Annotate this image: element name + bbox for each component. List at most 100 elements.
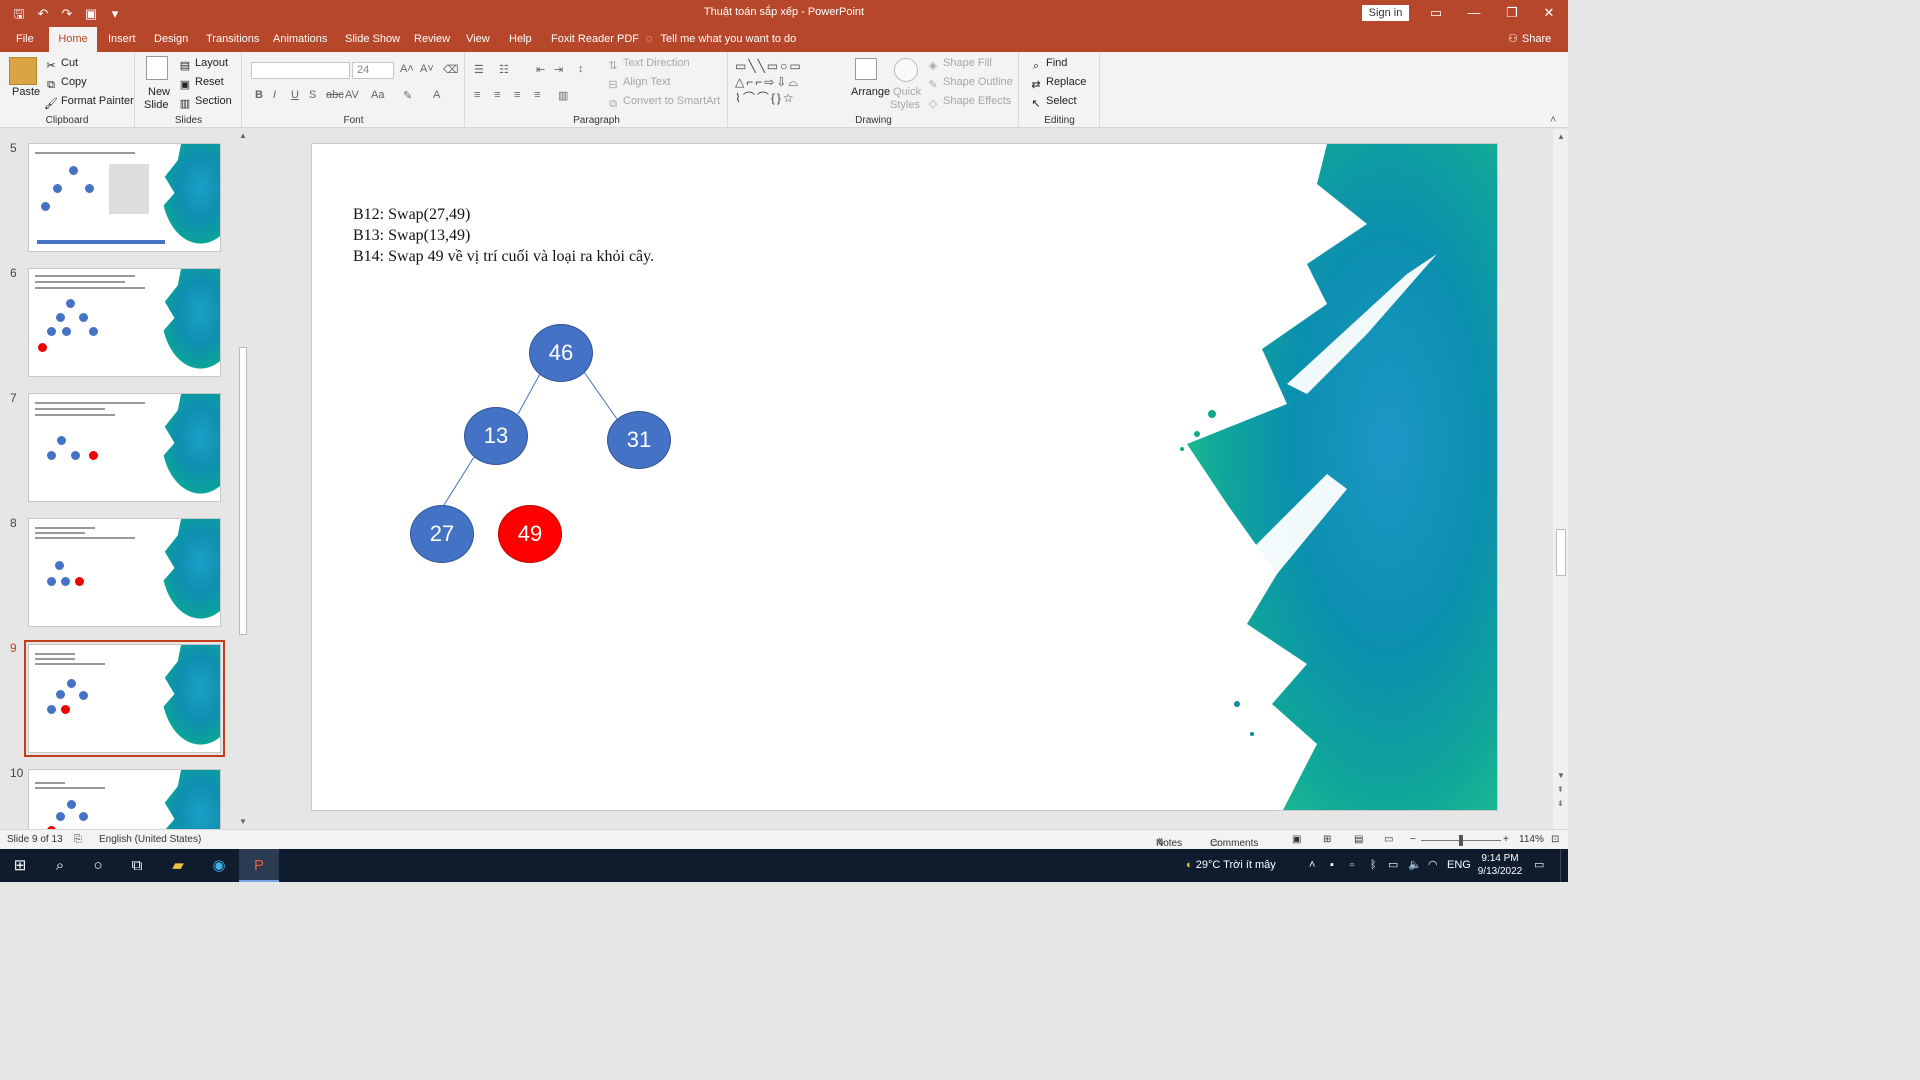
tab-design[interactable]: Design [148, 27, 194, 52]
tray-app-icon[interactable]: ▫ [1350, 849, 1354, 882]
show-hidden-icons-icon[interactable]: ˄ [1309, 849, 1315, 882]
format-painter-button[interactable]: 🖌 Format Painter [44, 95, 134, 111]
windows-start-icon[interactable]: ⊞ [0, 849, 40, 882]
layout-button[interactable]: ▤ Layout [178, 57, 228, 73]
ribbon-display-options-icon[interactable]: ▭ [1417, 0, 1455, 27]
find-button[interactable]: ⌕ Find [1029, 57, 1068, 73]
highlight-icon[interactable]: ✎ [403, 89, 412, 102]
slide-thumbnail-5[interactable] [28, 143, 221, 252]
font-size-combo[interactable]: 24 [352, 62, 394, 79]
decrease-font-size-icon[interactable]: A˅ [420, 63, 434, 75]
select-button[interactable]: ↖ Select [1029, 95, 1076, 111]
zoom-level[interactable]: 114% [1519, 834, 1544, 845]
normal-view-icon[interactable]: ▣ [1292, 834, 1301, 845]
clear-formatting-icon[interactable]: ⌫ [443, 63, 459, 76]
font-color-icon[interactable]: A [433, 89, 440, 101]
new-slide-label-1[interactable]: New [148, 86, 170, 98]
tab-file[interactable]: File [10, 27, 40, 52]
scroll-up-icon[interactable]: ▲ [1557, 132, 1565, 141]
battery-icon[interactable]: ▭ [1388, 849, 1398, 882]
tab-insert[interactable]: Insert [102, 27, 142, 52]
tab-review[interactable]: Review [408, 27, 456, 52]
shape-outline-button[interactable]: ✎ Shape Outline [926, 76, 1012, 92]
sign-in-button[interactable]: Sign in [1362, 5, 1409, 21]
slide-thumbnail-7[interactable] [28, 393, 221, 502]
collapse-ribbon-icon[interactable]: ˄ [1550, 114, 1556, 126]
decrease-indent-icon[interactable]: ⇤ [536, 63, 545, 76]
tab-animations[interactable]: Animations [267, 27, 333, 52]
tab-foxit-reader-pdf[interactable]: Foxit Reader PDF [545, 27, 645, 52]
wifi-icon[interactable]: ◠ [1428, 849, 1438, 882]
tab-view[interactable]: View [460, 27, 496, 52]
scroll-down-icon[interactable]: ▼ [239, 817, 247, 826]
slide-thumbnail-9[interactable] [24, 640, 225, 757]
columns-icon[interactable]: ▥ [558, 89, 568, 102]
character-spacing-icon[interactable]: AV [345, 89, 359, 101]
slideshow-view-icon[interactable]: ▭ [1384, 834, 1393, 845]
system-clock[interactable]: 9:14 PM 9/13/2022 [1470, 852, 1530, 878]
tab-help[interactable]: Help [503, 27, 538, 52]
copy-button[interactable]: ⧉ Copy [44, 76, 87, 92]
arrange-icon[interactable] [855, 58, 877, 80]
line-spacing-icon[interactable]: ↕ [578, 63, 584, 75]
bluetooth-icon[interactable]: ᛒ [1370, 849, 1377, 882]
previous-slide-icon[interactable]: ⇞ [1557, 785, 1564, 794]
align-center-icon[interactable]: ≡ [494, 89, 500, 101]
reading-view-icon[interactable]: ▤ [1354, 834, 1363, 845]
increase-font-size-icon[interactable]: A˄ [400, 63, 414, 75]
tree-node-46[interactable]: 46 [529, 324, 593, 382]
slide-scrollbar-thumb[interactable] [1556, 529, 1566, 576]
tree-node-49-highlighted[interactable]: 49 [498, 505, 562, 563]
thumbnail-scrollbar-thumb[interactable] [239, 347, 247, 635]
slide-sorter-icon[interactable]: ⊞ [1323, 834, 1331, 845]
zoom-slider-knob[interactable] [1459, 835, 1463, 846]
italic-icon[interactable]: I [273, 89, 276, 101]
slide-thumbnail-10[interactable] [28, 769, 221, 829]
fit-to-window-icon[interactable]: ⊡ [1551, 834, 1559, 845]
convert-smartart-button[interactable]: ⧉ Convert to SmartArt [606, 95, 720, 111]
slide-scrollbar[interactable]: ▲ ▼ ⇞ ⇟ [1553, 129, 1568, 829]
slide-thumbnail-6[interactable] [28, 268, 221, 377]
quick-styles-label-1[interactable]: Quick [893, 86, 921, 98]
paste-icon[interactable] [9, 57, 37, 85]
thumbnail-scrollbar[interactable]: ▲ ▼ [237, 129, 248, 829]
search-icon[interactable]: ⌕ [40, 849, 80, 882]
bold-icon[interactable]: B [255, 89, 263, 101]
tree-node-13[interactable]: 13 [464, 407, 528, 465]
quick-styles-label-2[interactable]: Styles [890, 99, 920, 111]
cortana-icon[interactable]: ○ [78, 849, 118, 882]
justify-icon[interactable]: ≡ [534, 89, 540, 101]
scroll-up-icon[interactable]: ▲ [239, 131, 247, 140]
font-name-combo[interactable] [251, 62, 350, 79]
align-text-button[interactable]: ⊟ Align Text [606, 76, 670, 92]
align-left-icon[interactable]: ≡ [474, 89, 480, 101]
file-explorer-icon[interactable]: ▰ [158, 849, 198, 882]
tab-slide-show[interactable]: Slide Show [339, 27, 406, 52]
slide-thumbnail-8[interactable] [28, 518, 221, 627]
shape-fill-button[interactable]: ◈ Shape Fill [926, 57, 992, 73]
zoom-in-icon[interactable]: + [1503, 834, 1509, 845]
nvidia-icon[interactable]: ▪ [1330, 849, 1334, 882]
minimize-icon[interactable]: — [1455, 0, 1493, 27]
language-indicator[interactable]: English (United States) [99, 834, 201, 845]
replace-button[interactable]: ⇄ Replace [1029, 76, 1086, 92]
tab-home[interactable]: Home [49, 27, 97, 52]
arrange-button[interactable]: Arrange [851, 86, 890, 98]
quick-styles-icon[interactable] [894, 58, 918, 82]
shadow-icon[interactable]: S [309, 89, 316, 101]
strikethrough-icon[interactable]: abc [326, 89, 344, 101]
section-button[interactable]: ▥ Section [178, 95, 232, 111]
edge-browser-icon[interactable]: ◉ [199, 849, 239, 882]
slide-canvas[interactable]: B12: Swap(27,49) B13: Swap(13,49) B14: S… [311, 143, 1498, 811]
change-case-icon[interactable]: Aa [371, 89, 384, 101]
increase-indent-icon[interactable]: ⇥ [554, 63, 563, 76]
new-slide-label-2[interactable]: Slide [144, 99, 168, 111]
bullets-icon[interactable]: ☰ [474, 63, 484, 76]
shape-effects-button[interactable]: ◇ Shape Effects [926, 95, 1012, 111]
speaker-icon[interactable]: 🔈 [1408, 849, 1422, 882]
notification-center-icon[interactable]: ▭ [1534, 849, 1544, 882]
next-slide-icon[interactable]: ⇟ [1557, 799, 1564, 808]
powerpoint-taskbar-icon[interactable]: P [239, 849, 279, 882]
tree-node-31[interactable]: 31 [607, 411, 671, 469]
tell-me-search[interactable]: ◌ Tell me what you want to do [646, 27, 796, 52]
